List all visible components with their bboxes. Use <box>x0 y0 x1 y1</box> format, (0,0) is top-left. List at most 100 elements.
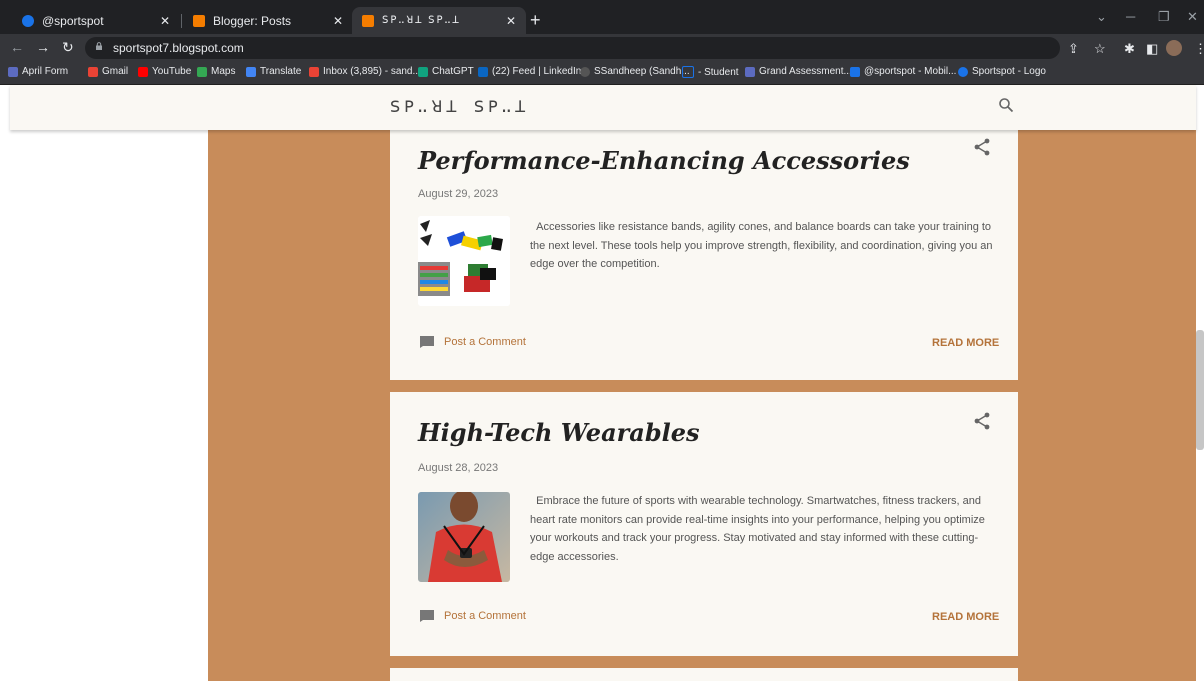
reload-icon[interactable]: ↻ <box>62 39 74 56</box>
comment-label: Post a Comment <box>444 336 526 348</box>
bookmark-label: Sportspot - Logo <box>972 66 1046 77</box>
side-panel-icon[interactable]: ◧ <box>1146 41 1158 57</box>
gmail-icon <box>309 66 319 77</box>
site-favicon-icon <box>22 14 34 27</box>
bookmark-chatgpt[interactable]: ChatGPT <box>418 66 474 77</box>
gmail-icon <box>88 66 98 77</box>
tab-blogger-posts[interactable]: Blogger: Posts ✕ <box>183 7 353 34</box>
blogger-favicon-icon <box>193 14 205 27</box>
bookmark-sportspot-logo[interactable]: Sportspot - Logo <box>958 66 1046 77</box>
page-viewport: ꓢꓑꓺꓤꓕ ꓢꓑꓺꓕ Performance-Enhancing Accesso… <box>0 85 1204 681</box>
read-more-link[interactable]: READ MORE <box>932 611 999 623</box>
read-more-link[interactable]: READ MORE <box>932 337 999 349</box>
post-date: August 29, 2023 <box>418 188 499 200</box>
forms-icon <box>745 66 755 77</box>
tab-sport-spot[interactable]: ꓢꓑꓺꓤꓕ ꓢꓑꓺꓕ ✕ <box>352 7 526 34</box>
comment-icon <box>420 610 434 622</box>
tab-search-icon[interactable]: ⌄ <box>1096 9 1107 25</box>
forward-icon[interactable]: → <box>36 39 50 55</box>
post-card: Performance-Enhancing Accessories August… <box>390 120 1018 380</box>
minimize-icon[interactable]: ─ <box>1126 9 1135 24</box>
bookmark-label: Translate <box>260 66 302 77</box>
blogger-favicon-icon <box>362 14 374 27</box>
bookmark-label: SSandheep (Sandh... <box>594 66 690 77</box>
runner-smartwatch-image <box>418 492 510 582</box>
translate-icon <box>246 66 256 77</box>
bookmark-label: Grand Assessment... <box>759 66 852 77</box>
close-window-icon[interactable]: ✕ <box>1187 9 1198 25</box>
site-header: ꓢꓑꓺꓤꓕ ꓢꓑꓺꓕ <box>10 85 1196 130</box>
restore-icon[interactable]: ❐ <box>1158 9 1170 25</box>
forms-icon <box>8 66 18 77</box>
bookmark-ssandheep[interactable]: SSandheep (Sandh... <box>580 66 690 77</box>
page-margin-left <box>0 85 208 681</box>
share-icon[interactable] <box>974 138 990 156</box>
bookmark-label: YouTube <box>152 66 192 77</box>
tab-title: @sportspot <box>42 13 104 28</box>
bookmarks-bar: April Form Gmail YouTube Maps Translate … <box>0 62 1204 85</box>
post-card: High-Tech Wearables August 28, 2023 Embr… <box>390 392 1018 656</box>
comment-label: Post a Comment <box>444 610 526 622</box>
post-card <box>390 668 1018 681</box>
bookmark-gmail[interactable]: Gmail <box>88 66 128 77</box>
bookmark-label: April Form <box>22 66 69 77</box>
bookmark-label: Inbox (3,895) - sand... <box>323 66 421 77</box>
shield-icon <box>850 66 860 77</box>
bookmark-maps[interactable]: Maps <box>197 66 235 77</box>
linkedin-icon <box>478 66 488 77</box>
post-date: August 28, 2023 <box>418 462 499 474</box>
bookmark-star-icon[interactable]: ☆ <box>1094 41 1106 57</box>
browser-toolbar: ← → ↻ sportspot7.blogspot.com ⇪ ☆ ✱ ◧ ⋮ <box>0 34 1204 62</box>
site-logo[interactable]: ꓢꓑꓺꓤꓕ ꓢꓑꓺꓕ <box>390 97 529 116</box>
bookmark-student[interactable]: - Student <box>682 66 739 78</box>
new-tab-icon[interactable]: + <box>530 11 541 29</box>
tab-title: ꓢꓑꓺꓤꓕ ꓢꓑꓺꓕ <box>382 15 461 26</box>
comment-icon <box>420 336 434 348</box>
tab-title: Blogger: Posts <box>213 13 292 28</box>
bookmark-april-form[interactable]: April Form <box>8 66 68 77</box>
bookmark-sportspot-mobile[interactable]: @sportspot - Mobil... <box>850 66 956 77</box>
bookmark-label: ChatGPT <box>432 66 474 77</box>
github-icon <box>580 66 590 77</box>
youtube-icon <box>138 66 148 77</box>
bookmark-youtube[interactable]: YouTube <box>138 66 191 77</box>
close-tab-icon[interactable]: ✕ <box>331 14 345 28</box>
chatgpt-icon <box>418 66 428 77</box>
bookmark-label: Maps <box>211 66 236 77</box>
back-icon[interactable]: ← <box>10 39 24 55</box>
search-icon[interactable] <box>998 97 1014 113</box>
post-title[interactable]: Performance-Enhancing Accessories <box>418 146 910 175</box>
post-thumbnail[interactable] <box>418 492 510 582</box>
post-excerpt-text: Embrace the future of sports with wearab… <box>530 495 985 563</box>
share-page-icon[interactable]: ⇪ <box>1068 41 1079 57</box>
post-comment-link[interactable]: Post a Comment <box>420 336 526 348</box>
site-favicon-icon <box>958 66 968 77</box>
post-excerpt-text: Accessories like resistance bands, agili… <box>530 221 993 270</box>
post-title[interactable]: High-Tech Wearables <box>418 418 700 447</box>
bookmark-label: - Student <box>698 66 739 78</box>
post-excerpt: Accessories like resistance bands, agili… <box>530 218 1000 274</box>
share-icon[interactable] <box>974 412 990 430</box>
bookmark-translate[interactable]: Translate <box>246 66 301 77</box>
browser-window: @sportspot ✕ Blogger: Posts ✕ ꓢꓑꓺꓤꓕ ꓢꓑꓺꓕ… <box>0 0 1204 681</box>
bookmark-inbox[interactable]: Inbox (3,895) - sand... <box>309 66 421 77</box>
resistance-bands-image <box>418 216 510 306</box>
post-thumbnail[interactable] <box>418 216 510 306</box>
bookmark-linkedin[interactable]: (22) Feed | LinkedIn <box>478 66 581 77</box>
bookmark-grand-assessment[interactable]: Grand Assessment... <box>745 66 852 77</box>
scrollbar-thumb[interactable] <box>1196 330 1204 450</box>
extensions-icon[interactable]: ✱ <box>1124 41 1135 57</box>
folder-icon <box>682 66 694 78</box>
post-excerpt: Embrace the future of sports with wearab… <box>530 492 1000 566</box>
profile-avatar-icon[interactable] <box>1166 40 1182 56</box>
address-bar[interactable]: sportspot7.blogspot.com <box>85 37 1060 59</box>
maps-icon <box>197 66 207 77</box>
tab-sportspot[interactable]: @sportspot ✕ <box>12 7 180 34</box>
tab-strip: @sportspot ✕ Blogger: Posts ✕ ꓢꓑꓺꓤꓕ ꓢꓑꓺꓕ… <box>0 0 1204 34</box>
close-tab-icon[interactable]: ✕ <box>158 14 172 28</box>
close-tab-icon[interactable]: ✕ <box>504 14 518 28</box>
tab-divider <box>181 14 182 28</box>
bookmark-label: Gmail <box>102 66 129 77</box>
post-comment-link[interactable]: Post a Comment <box>420 610 526 622</box>
menu-kebab-icon[interactable]: ⋮ <box>1194 41 1204 57</box>
